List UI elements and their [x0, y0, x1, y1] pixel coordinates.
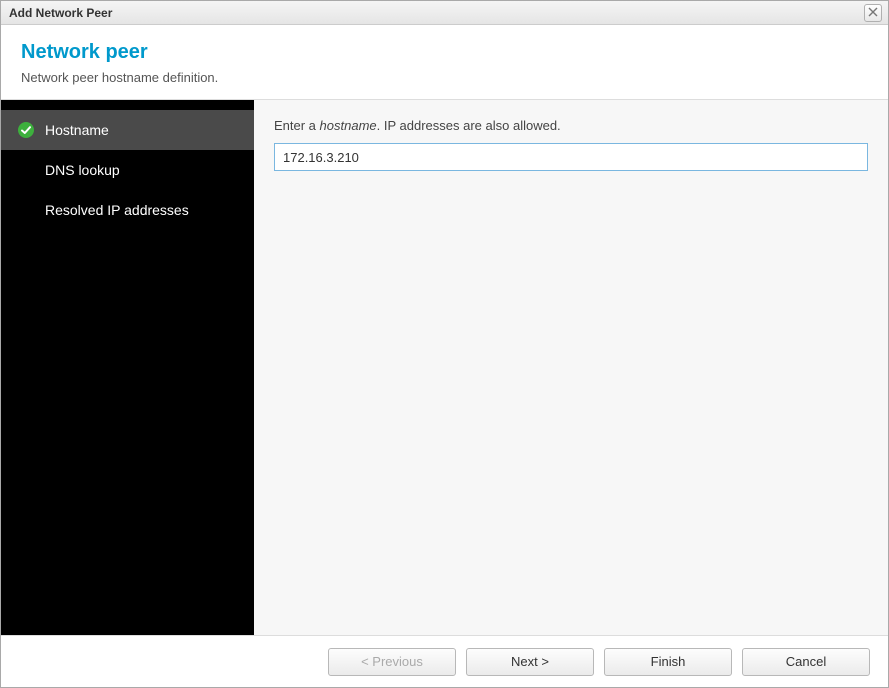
sidebar-item-label: Resolved IP addresses	[45, 202, 189, 218]
next-button[interactable]: Next >	[466, 648, 594, 676]
wizard-footer: < Previous Next > Finish Cancel	[1, 635, 888, 687]
hostname-input[interactable]	[274, 143, 868, 171]
finish-button[interactable]: Finish	[604, 648, 732, 676]
sidebar-item-hostname[interactable]: Hostname	[1, 110, 254, 150]
instruction-emphasis: hostname	[320, 118, 377, 133]
add-network-peer-dialog: Add Network Peer Network peer Network pe…	[0, 0, 889, 688]
content-panel: Enter a hostname. IP addresses are also …	[254, 100, 888, 635]
sidebar-item-dns-lookup[interactable]: DNS lookup	[1, 150, 254, 190]
header: Network peer Network peer hostname defin…	[1, 25, 888, 100]
sidebar-item-resolved-ip[interactable]: Resolved IP addresses	[1, 190, 254, 230]
sidebar-item-label: DNS lookup	[45, 162, 120, 178]
close-button[interactable]	[864, 4, 882, 22]
wizard-steps-sidebar: Hostname DNS lookup Resolved IP addresse…	[1, 100, 254, 635]
check-circle-icon	[17, 121, 35, 139]
instruction-prefix: Enter a	[274, 118, 320, 133]
previous-button[interactable]: < Previous	[328, 648, 456, 676]
close-icon	[868, 7, 878, 19]
cancel-button[interactable]: Cancel	[742, 648, 870, 676]
page-title: Network peer	[21, 41, 868, 64]
titlebar: Add Network Peer	[1, 1, 888, 25]
instruction-suffix: . IP addresses are also allowed.	[377, 118, 561, 133]
body: Hostname DNS lookup Resolved IP addresse…	[1, 100, 888, 635]
window-title: Add Network Peer	[9, 6, 112, 20]
page-subtitle: Network peer hostname definition.	[21, 70, 868, 85]
hostname-instruction: Enter a hostname. IP addresses are also …	[274, 118, 868, 133]
sidebar-item-label: Hostname	[45, 122, 109, 138]
